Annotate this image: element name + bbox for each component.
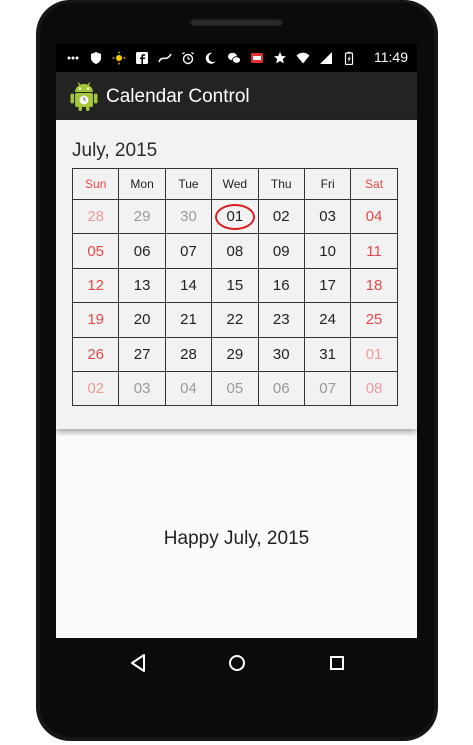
recent-apps-icon[interactable] <box>324 651 350 675</box>
day-cell[interactable]: 23 <box>257 302 305 338</box>
day-cell[interactable]: 28 <box>164 336 213 372</box>
weekday-wed: Wed <box>211 168 259 200</box>
day-cell[interactable]: 11 <box>350 233 398 269</box>
calendar-week-row: 19 20 21 22 23 24 25 <box>71 302 398 338</box>
day-cell[interactable]: 05 <box>211 370 259 407</box>
weekday-tue: Tue <box>164 168 213 200</box>
day-cell[interactable]: 07 <box>303 370 352 407</box>
day-cell[interactable]: 30 <box>164 198 213 235</box>
facebook-icon <box>135 51 149 65</box>
cellular-icon <box>66 51 80 65</box>
day-cell[interactable]: 28 <box>71 198 120 235</box>
status-time: 11:49 <box>374 49 408 65</box>
status-icons <box>66 48 356 68</box>
battery-icon <box>342 51 356 66</box>
day-cell[interactable]: 12 <box>71 267 120 304</box>
screen: 11:49 Calendar Control July, 2015 Sun Mo… <box>56 44 417 638</box>
day-cell[interactable]: 31 <box>303 336 352 372</box>
month-label: July, 2015 <box>72 140 158 161</box>
calendar-grid: Sun Mon Tue Wed Thu Fri Sat 28 29 30 01 <box>71 168 398 407</box>
calendar-week-row: 02 03 04 05 06 07 08 <box>71 370 398 407</box>
weekday-header-row: Sun Mon Tue Wed Thu Fri Sat <box>71 168 398 200</box>
day-cell[interactable]: 06 <box>118 233 166 269</box>
day-cell[interactable]: 04 <box>164 370 213 407</box>
day-cell[interactable]: 09 <box>257 233 305 269</box>
day-cell[interactable]: 21 <box>164 302 213 338</box>
app-title: Calendar Control <box>106 86 250 107</box>
android-logo-icon[interactable] <box>69 80 99 112</box>
day-cell[interactable]: 18 <box>350 267 398 304</box>
day-cell[interactable]: 25 <box>350 302 398 338</box>
calendar-week-row: 26 27 28 29 30 31 01 <box>71 336 398 372</box>
day-cell[interactable]: 03 <box>118 370 166 407</box>
day-cell[interactable]: 06 <box>257 370 305 407</box>
day-cell[interactable]: 14 <box>164 267 213 304</box>
speaker-grille <box>190 18 283 26</box>
day-cell[interactable]: 13 <box>118 267 166 304</box>
alarm-icon <box>181 51 195 65</box>
greeting-message: Happy July, 2015 <box>163 528 310 549</box>
weekday-mon: Mon <box>118 168 166 200</box>
weekday-thu: Thu <box>257 168 305 200</box>
weekday-sat: Sat <box>350 168 398 200</box>
day-cell[interactable]: 30 <box>257 336 305 372</box>
badge-icon <box>250 51 264 65</box>
day-cell[interactable]: 10 <box>303 233 352 269</box>
day-cell-selected[interactable]: 01 <box>211 198 259 235</box>
weekday-sun: Sun <box>71 168 120 200</box>
back-icon[interactable] <box>126 651 152 675</box>
calendar-week-row: 12 13 14 15 16 17 18 <box>71 267 398 304</box>
day-cell[interactable]: 03 <box>303 198 352 235</box>
calendar-week-row: 05 06 07 08 09 10 11 <box>71 233 398 269</box>
day-cell[interactable]: 27 <box>118 336 166 372</box>
day-cell[interactable]: 29 <box>118 198 166 235</box>
status-bar: 11:49 <box>56 44 417 72</box>
signal-icon <box>319 51 333 65</box>
day-cell[interactable]: 05 <box>71 233 120 269</box>
day-cell[interactable]: 22 <box>211 302 259 338</box>
wechat-icon <box>227 51 241 65</box>
moon-icon <box>204 51 218 65</box>
sun-icon <box>112 51 126 65</box>
action-bar: Calendar Control <box>56 72 417 120</box>
day-cell[interactable]: 17 <box>303 267 352 304</box>
day-cell[interactable]: 24 <box>303 302 352 338</box>
day-cell[interactable]: 01 <box>350 336 398 372</box>
day-cell[interactable]: 08 <box>350 370 398 407</box>
weekday-fri: Fri <box>303 168 352 200</box>
day-cell[interactable]: 19 <box>71 302 120 338</box>
star-icon <box>273 51 287 65</box>
day-cell[interactable]: 26 <box>71 336 120 372</box>
day-cell[interactable]: 08 <box>211 233 259 269</box>
navigation-bar <box>56 638 417 688</box>
day-cell[interactable]: 15 <box>211 267 259 304</box>
selected-day-ring <box>214 203 255 230</box>
shield-icon <box>89 51 103 65</box>
day-cell[interactable]: 04 <box>350 198 398 235</box>
day-cell[interactable]: 29 <box>211 336 259 372</box>
swirl-icon <box>158 51 172 65</box>
day-cell[interactable]: 20 <box>118 302 166 338</box>
day-cell[interactable]: 02 <box>257 198 305 235</box>
calendar-week-row: 28 29 30 01 02 03 04 <box>71 198 398 235</box>
message-area: Happy July, 2015 <box>56 436 417 638</box>
day-cell[interactable]: 02 <box>71 370 120 407</box>
day-cell[interactable]: 07 <box>164 233 213 269</box>
content-area: July, 2015 Sun Mon Tue Wed Thu Fri Sat 2… <box>56 120 417 638</box>
wifi-icon <box>296 51 310 65</box>
home-icon[interactable] <box>224 651 250 675</box>
day-cell[interactable]: 16 <box>257 267 305 304</box>
calendar-card: July, 2015 Sun Mon Tue Wed Thu Fri Sat 2… <box>56 120 417 429</box>
